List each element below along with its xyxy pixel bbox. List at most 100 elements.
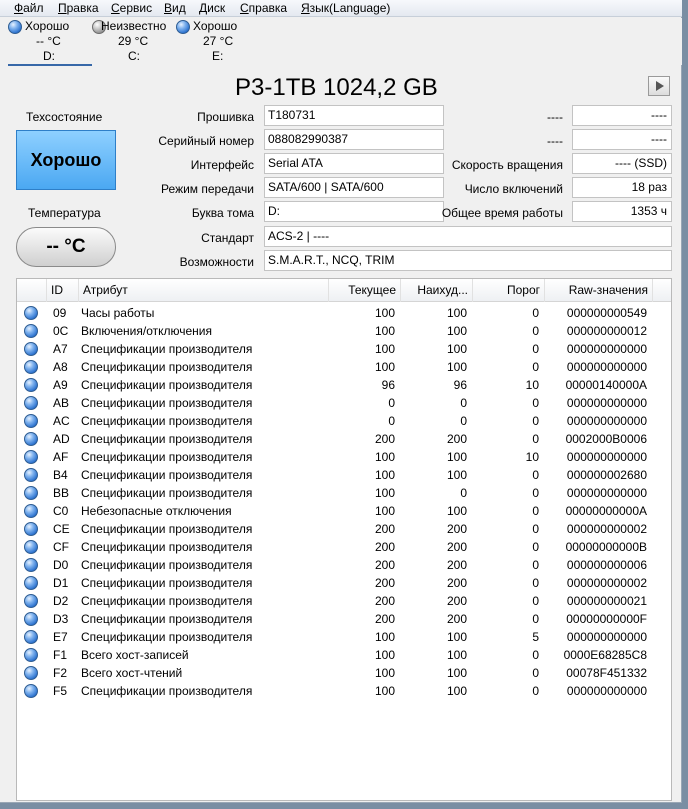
menu-disk[interactable]: Диск <box>199 1 225 16</box>
status-good-icon <box>24 612 38 626</box>
menu-service[interactable]: Сервис <box>111 1 152 16</box>
serial-field: 088082990387 <box>264 129 444 150</box>
standard-label: Стандарт <box>201 231 254 245</box>
status-good-icon <box>24 522 38 536</box>
cell-threshold: 0 <box>532 432 539 446</box>
status-good-icon <box>24 558 38 572</box>
power-on-count-label: Число включений <box>464 182 563 196</box>
disk-tab-d[interactable]: Хорошо -- °C D: <box>8 18 92 65</box>
cell-id: B4 <box>53 468 68 482</box>
rotation-speed-label: Скорость вращения <box>451 158 563 172</box>
column-header-raw[interactable]: Raw-значения <box>545 279 653 302</box>
cell-threshold: 0 <box>532 576 539 590</box>
cell-worst: 200 <box>446 576 467 590</box>
disk-tab-c[interactable]: Неизвестно 29 °C C: <box>92 18 176 65</box>
menu-file[interactable]: Файл <box>14 1 44 16</box>
column-header-worst[interactable]: Наихуд... <box>401 279 473 302</box>
smart-attributes-table: ID Атрибут Текущее Наихуд... Порог Raw-з… <box>16 278 672 801</box>
table-row[interactable]: A8 Спецификации производителя 100 100 0 00000… <box>17 358 671 376</box>
cell-id: CE <box>53 522 70 536</box>
cell-worst: 100 <box>446 342 467 356</box>
status-good-icon <box>24 684 38 698</box>
status-good-icon <box>24 576 38 590</box>
play-icon <box>656 81 664 91</box>
cell-worst: 100 <box>446 504 467 518</box>
temperature-label: Температура <box>28 206 101 220</box>
cell-threshold: 0 <box>532 648 539 662</box>
next-disk-button[interactable] <box>648 76 670 96</box>
table-row[interactable]: F1 Всего хост-записей 100 100 0 0000E68285C8 <box>17 646 671 664</box>
table-row[interactable]: AB Спецификации производителя 0 0 0 000000000… <box>17 394 671 412</box>
table-row[interactable]: E7 Спецификации производителя 100 100 5 00000… <box>17 628 671 646</box>
table-row[interactable]: AD Спецификации производителя 200 200 0 00020… <box>17 430 671 448</box>
table-row[interactable]: 0C Включения/отключения 100 100 0 00000000001… <box>17 322 671 340</box>
temperature-button[interactable]: -- °C <box>16 227 116 267</box>
cell-id: 09 <box>53 306 67 320</box>
cell-attribute: Спецификации производителя <box>81 468 253 482</box>
cell-id: D1 <box>53 576 69 590</box>
health-status-button[interactable]: Хорошо <box>16 130 116 190</box>
cell-threshold: 0 <box>532 486 539 500</box>
cell-raw: 000000000000 <box>566 342 647 356</box>
disk-model-title: P3-1TB 1024,2 GB <box>235 74 438 101</box>
table-row[interactable]: 09 Часы работы 100 100 0 000000000549 <box>17 304 671 322</box>
cell-raw: 000000000000 <box>566 486 647 500</box>
disk-letter: C: <box>128 49 140 63</box>
table-row[interactable]: B4 Спецификации производителя 100 100 0 00000… <box>17 466 671 484</box>
table-row[interactable]: CE Спецификации производителя 200 200 0 00000… <box>17 520 671 538</box>
cell-worst: 200 <box>446 540 467 554</box>
table-row[interactable]: CF Спецификации производителя 200 200 0 00000… <box>17 538 671 556</box>
cell-attribute: Включения/отключения <box>81 324 212 338</box>
cell-current: 0 <box>388 396 395 410</box>
column-header-id[interactable]: ID <box>47 279 79 302</box>
cell-current: 100 <box>374 648 395 662</box>
column-header-current[interactable]: Текущее <box>329 279 401 302</box>
cell-threshold: 0 <box>532 504 539 518</box>
reserved-field-1: ---- <box>572 105 672 126</box>
cell-raw: 00078F451332 <box>566 666 647 680</box>
table-row[interactable]: D2 Спецификации производителя 200 200 0 00000… <box>17 592 671 610</box>
column-header-threshold[interactable]: Порог <box>473 279 545 302</box>
table-row[interactable]: D1 Спецификации производителя 200 200 0 00000… <box>17 574 671 592</box>
table-row[interactable]: AC Спецификации производителя 0 0 0 000000000… <box>17 412 671 430</box>
cell-worst: 200 <box>446 558 467 572</box>
table-row[interactable]: C0 Небезопасные отключения 100 100 0 00000000… <box>17 502 671 520</box>
table-row[interactable]: D3 Спецификации производителя 200 200 0 00000… <box>17 610 671 628</box>
status-good-icon <box>24 378 38 392</box>
menu-help[interactable]: Справка <box>240 1 287 16</box>
cell-id: D2 <box>53 594 69 608</box>
reserved-field-2: ---- <box>572 129 672 150</box>
status-good-icon <box>24 432 38 446</box>
table-row[interactable]: F2 Всего хост-чтений 100 100 0 00078F451332 <box>17 664 671 682</box>
cell-threshold: 0 <box>532 342 539 356</box>
column-header-status[interactable] <box>17 279 47 302</box>
menu-view[interactable]: Вид <box>164 1 186 16</box>
cell-threshold: 0 <box>532 540 539 554</box>
cell-id: AC <box>53 414 70 428</box>
table-row[interactable]: D0 Спецификации производителя 200 200 0 00000… <box>17 556 671 574</box>
table-row[interactable]: BB Спецификации производителя 100 0 0 0000000… <box>17 484 671 502</box>
cell-current: 100 <box>374 486 395 500</box>
menu-language[interactable]: Язык(Language) <box>301 1 390 16</box>
cell-attribute: Спецификации производителя <box>81 396 253 410</box>
table-row[interactable]: A7 Спецификации производителя 100 100 0 00000… <box>17 340 671 358</box>
cell-raw: 00000140000A <box>565 378 647 392</box>
column-header-attribute[interactable]: Атрибут <box>79 279 329 302</box>
cell-worst: 100 <box>446 324 467 338</box>
table-row[interactable]: AF Спецификации производителя 100 100 10 0000… <box>17 448 671 466</box>
cell-attribute: Спецификации производителя <box>81 612 253 626</box>
volume-letter-field: D: <box>264 201 444 222</box>
disk-tab-e[interactable]: Хорошо 27 °C E: <box>176 18 260 65</box>
status-good-icon <box>24 324 38 338</box>
cell-threshold: 0 <box>532 522 539 536</box>
cell-id: A9 <box>53 378 68 392</box>
cell-worst: 96 <box>453 378 467 392</box>
cell-current: 200 <box>374 576 395 590</box>
cell-worst: 200 <box>446 612 467 626</box>
cell-attribute: Спецификации производителя <box>81 594 253 608</box>
transfer-mode-field: SATA/600 | SATA/600 <box>264 177 444 198</box>
table-row[interactable]: F5 Спецификации производителя 100 100 0 00000… <box>17 682 671 700</box>
table-row[interactable]: A9 Спецификации производителя 96 96 10 000001… <box>17 376 671 394</box>
menu-edit[interactable]: Правка <box>58 1 99 16</box>
cell-raw: 000000000000 <box>566 396 647 410</box>
